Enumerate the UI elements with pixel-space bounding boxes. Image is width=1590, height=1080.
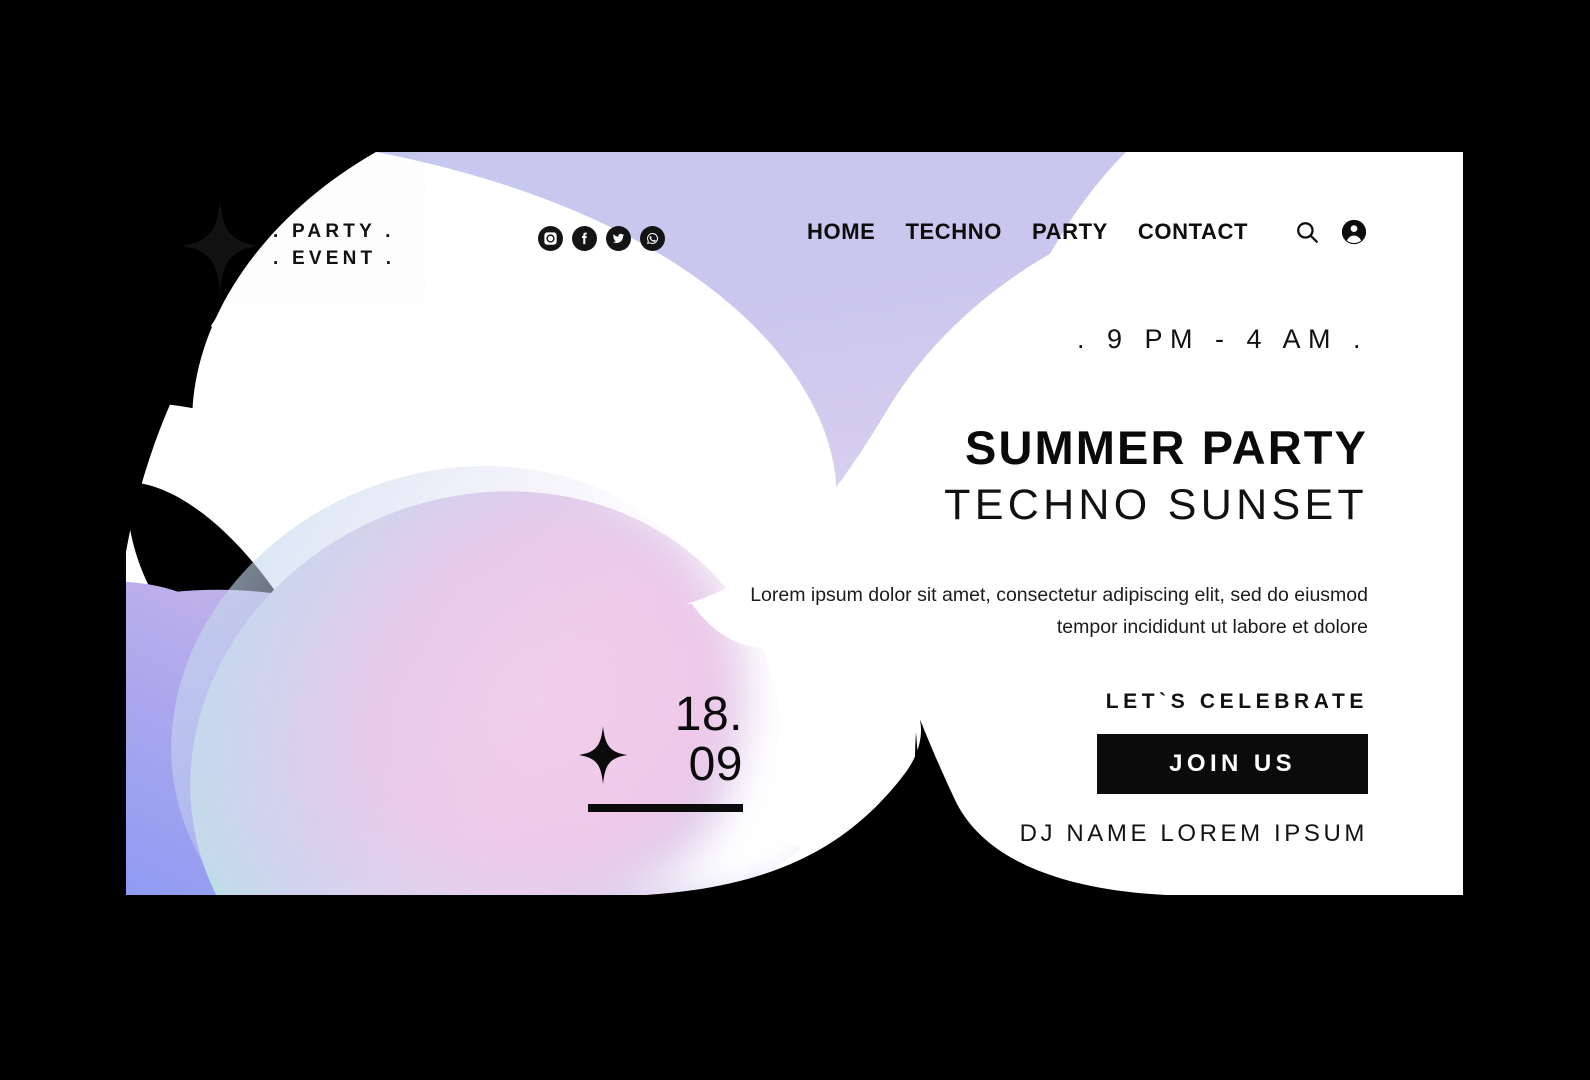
social-link-instagram[interactable]	[538, 226, 563, 251]
event-date: 18. 09	[578, 690, 743, 812]
brand-line-1: . PARTY .	[273, 221, 395, 243]
screenshot-root: . PARTY . . EVENT . HOME TECHNO PARTY CON…	[0, 0, 1590, 1080]
nav-item-home[interactable]: HOME	[807, 219, 875, 245]
main-navigation: HOME TECHNO PARTY CONTACT	[807, 218, 1368, 246]
four-point-star-icon	[181, 200, 259, 292]
dj-name: DJ NAME LOREM IPSUM	[1019, 819, 1368, 847]
site-header: . PARTY . . EVENT . HOME TECHNO PARTY CON…	[126, 152, 1463, 292]
social-links	[538, 226, 665, 251]
hero-content: . 9 PM - 4 AM . SUMMER PARTY TECHNO SUNS…	[738, 324, 1368, 848]
landing-page-canvas: . PARTY . . EVENT . HOME TECHNO PARTY CON…	[126, 152, 1463, 895]
instagram-icon	[544, 232, 557, 245]
twitter-icon	[612, 233, 625, 244]
nav-item-party[interactable]: PARTY	[1032, 219, 1108, 245]
header-actions	[1294, 218, 1368, 246]
account-icon[interactable]	[1340, 218, 1368, 246]
facebook-icon	[582, 232, 587, 245]
brand-name: . PARTY . . EVENT .	[273, 219, 395, 273]
social-link-twitter[interactable]	[606, 226, 631, 251]
date-month: 09	[688, 737, 743, 791]
event-time: . 9 PM - 4 AM .	[1076, 324, 1368, 354]
date-numbers: 18. 09	[644, 690, 743, 790]
brand-line-2: . EVENT .	[273, 248, 396, 269]
date-day: 18.	[674, 688, 743, 741]
event-description: Lorem ipsum dolor sit amet, consectetur …	[750, 584, 1368, 638]
page-subtitle: TECHNO SUNSET	[944, 480, 1368, 529]
four-point-star-icon	[578, 725, 628, 784]
social-link-facebook[interactable]	[572, 226, 597, 251]
search-icon[interactable]	[1294, 219, 1320, 245]
celebrate-label: LET`S CELEBRATE	[1105, 689, 1368, 713]
nav-item-techno[interactable]: TECHNO	[905, 219, 1002, 245]
join-us-button[interactable]: JOIN US	[1097, 733, 1368, 794]
social-link-whatsapp[interactable]	[640, 226, 665, 251]
nav-item-contact[interactable]: CONTACT	[1138, 219, 1248, 245]
whatsapp-icon	[647, 233, 659, 244]
page-title: SUMMER PARTY	[965, 421, 1368, 474]
brand-logo[interactable]: . PARTY . . EVENT .	[181, 200, 395, 292]
date-underline	[588, 803, 743, 812]
